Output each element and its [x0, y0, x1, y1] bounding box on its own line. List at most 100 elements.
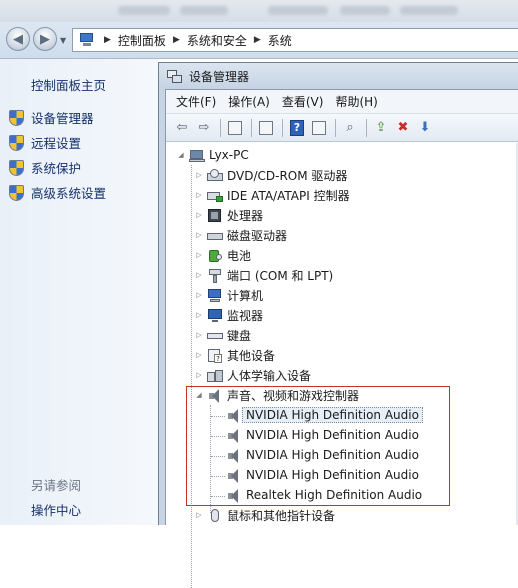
control-panel-home-link[interactable]: 控制面板主页	[31, 75, 106, 94]
tree-device[interactable]: NVIDIA High Definition Audio	[226, 465, 419, 485]
tree-category[interactable]: ▷ 端口 (COM 和 LPT)	[194, 265, 333, 285]
toolbar-separator	[220, 118, 221, 137]
expand-icon[interactable]: ▷	[194, 371, 204, 379]
blurred-text	[268, 6, 328, 15]
mouse-icon	[207, 508, 223, 523]
collapse-icon[interactable]: ◢	[194, 391, 204, 399]
tree-category[interactable]: ▷ 电池	[194, 245, 251, 265]
toolbar: ⇦ ⇨ ? ⌕ ⇪ ✖ ⬇	[166, 114, 518, 142]
expand-icon[interactable]: ▷	[194, 171, 204, 179]
menu-file[interactable]: 文件(F)	[170, 93, 222, 110]
tree-category[interactable]: ▷ 处理器	[194, 205, 263, 225]
control-panel-sidebar: 控制面板主页 设备管理器 远程设置 系统保护 高级系统设置 另请参阅 操作中心	[0, 59, 158, 525]
link-label: 远程设置	[31, 136, 82, 151]
disable-icon[interactable]: ⬇	[415, 118, 435, 138]
collapse-icon[interactable]: ◢	[176, 151, 186, 159]
tree-category[interactable]: ▷ 鼠标和其他指针设备	[194, 505, 335, 525]
ide-controller-icon	[207, 188, 223, 203]
expand-icon[interactable]: ▷	[194, 231, 204, 239]
tree-category[interactable]: ▷ IDE ATA/ATAPI 控制器	[194, 185, 350, 205]
show-hide-console-tree-icon[interactable]	[225, 118, 245, 138]
tree-connector	[211, 476, 225, 477]
uninstall-icon[interactable]: ✖	[393, 118, 413, 138]
tree-category[interactable]: ▷ 计算机	[194, 285, 263, 305]
forward-arrow-icon[interactable]: ⇨	[194, 118, 214, 138]
tree-category[interactable]: ▷ 键盘	[194, 325, 251, 345]
breadcrumb-separator-icon[interactable]: ▶	[173, 35, 180, 45]
breadcrumb-item-system-security[interactable]: 系统和安全	[187, 32, 247, 49]
breadcrumb[interactable]: ▶ 控制面板 ▶ 系统和安全 ▶ 系统	[72, 28, 518, 52]
remote-settings-link[interactable]: 远程设置	[9, 133, 81, 152]
tree-category[interactable]: ▷ 监视器	[194, 305, 263, 325]
help-icon[interactable]: ?	[287, 118, 307, 138]
monitor-icon	[207, 308, 223, 323]
system-protection-link[interactable]: 系统保护	[9, 158, 81, 177]
expand-icon[interactable]: ▷	[194, 311, 204, 319]
menu-help[interactable]: 帮助(H)	[329, 93, 383, 110]
menu-view[interactable]: 查看(V)	[276, 93, 330, 110]
menu-bar: 文件(F) 操作(A) 查看(V) 帮助(H)	[166, 90, 518, 114]
category-label: DVD/CD-ROM 驱动器	[227, 168, 348, 183]
device-manager-link[interactable]: 设备管理器	[9, 108, 94, 127]
category-label: IDE ATA/ATAPI 控制器	[227, 188, 350, 203]
category-label: 人体学输入设备	[227, 368, 312, 383]
hid-icon	[207, 368, 223, 383]
breadcrumb-item-system[interactable]: 系统	[268, 32, 292, 49]
menu-action[interactable]: 操作(A)	[222, 93, 276, 110]
speaker-icon	[226, 468, 242, 483]
tree-category[interactable]: ▷ DVD/CD-ROM 驱动器	[194, 165, 347, 185]
scan-hardware-icon[interactable]: ⌕	[340, 118, 360, 138]
disc-drive-icon	[207, 168, 223, 183]
window-client-area: 文件(F) 操作(A) 查看(V) 帮助(H) ⇦ ⇨ ? ⌕ ⇪ ✖ ⬇ ◢ …	[165, 89, 518, 588]
device-label: NVIDIA High Definition Audio	[246, 428, 419, 442]
expand-icon[interactable]: ▷	[194, 511, 204, 519]
device-label: NVIDIA High Definition Audio	[246, 448, 419, 462]
window-title-strip	[0, 0, 518, 22]
shield-icon	[9, 184, 24, 201]
forward-button[interactable]: ▶	[33, 27, 57, 51]
action-pane-icon[interactable]	[309, 118, 329, 138]
expand-icon[interactable]: ▷	[194, 191, 204, 199]
toolbar-separator	[282, 118, 283, 137]
tree-connector	[211, 416, 225, 417]
expand-icon[interactable]: ▷	[194, 351, 204, 359]
device-label: Realtek High Definition Audio	[246, 488, 423, 502]
expand-icon[interactable]: ▷	[194, 291, 204, 299]
expand-icon[interactable]: ▷	[194, 331, 204, 339]
tree-connector	[211, 436, 225, 437]
expand-icon[interactable]: ▷	[194, 211, 204, 219]
breadcrumb-separator-icon[interactable]: ▶	[254, 35, 261, 45]
tree-connector	[211, 456, 225, 457]
expand-icon[interactable]: ▷	[194, 271, 204, 279]
disk-drive-icon	[207, 228, 223, 243]
action-center-link[interactable]: 操作中心	[31, 500, 81, 519]
blurred-text	[180, 6, 228, 15]
tree-device[interactable]: NVIDIA High Definition Audio	[226, 405, 423, 425]
tree-category[interactable]: ▷ 磁盘驱动器	[194, 225, 287, 245]
shield-icon	[9, 134, 24, 151]
recent-pages-dropdown[interactable]: ▼	[60, 36, 66, 45]
category-label: 电池	[227, 248, 252, 263]
update-driver-icon[interactable]: ⇪	[371, 118, 391, 138]
keyboard-icon	[207, 328, 223, 343]
expand-icon[interactable]: ▷	[194, 251, 204, 259]
tree-category[interactable]: ▷ ? 其他设备	[194, 345, 275, 365]
properties-icon[interactable]	[256, 118, 276, 138]
sound-icon	[207, 388, 223, 403]
tree-device[interactable]: Realtek High Definition Audio	[226, 485, 422, 505]
window-titlebar[interactable]: 设备管理器	[159, 63, 518, 89]
back-button[interactable]: ◀	[6, 27, 30, 51]
breadcrumb-item-control-panel[interactable]: 控制面板	[118, 32, 166, 49]
tree-category[interactable]: ▷ 人体学输入设备	[194, 365, 311, 385]
port-icon	[207, 268, 223, 283]
category-label: 键盘	[227, 328, 252, 343]
tree-device[interactable]: NVIDIA High Definition Audio	[226, 445, 419, 465]
breadcrumb-separator-icon[interactable]: ▶	[104, 35, 111, 45]
tree-device[interactable]: NVIDIA High Definition Audio	[226, 425, 419, 445]
tree-root[interactable]: ◢ Lyx-PC	[176, 145, 248, 165]
control-panel-icon	[79, 33, 95, 47]
device-tree: ◢ Lyx-PC ▷ DVD/CD-ROM 驱动器 ▷ IDE ATA/ATAP…	[166, 143, 518, 588]
tree-category-sound[interactable]: ◢ 声音、视频和游戏控制器	[194, 385, 359, 405]
back-arrow-icon[interactable]: ⇦	[172, 118, 192, 138]
advanced-system-settings-link[interactable]: 高级系统设置	[9, 183, 106, 202]
